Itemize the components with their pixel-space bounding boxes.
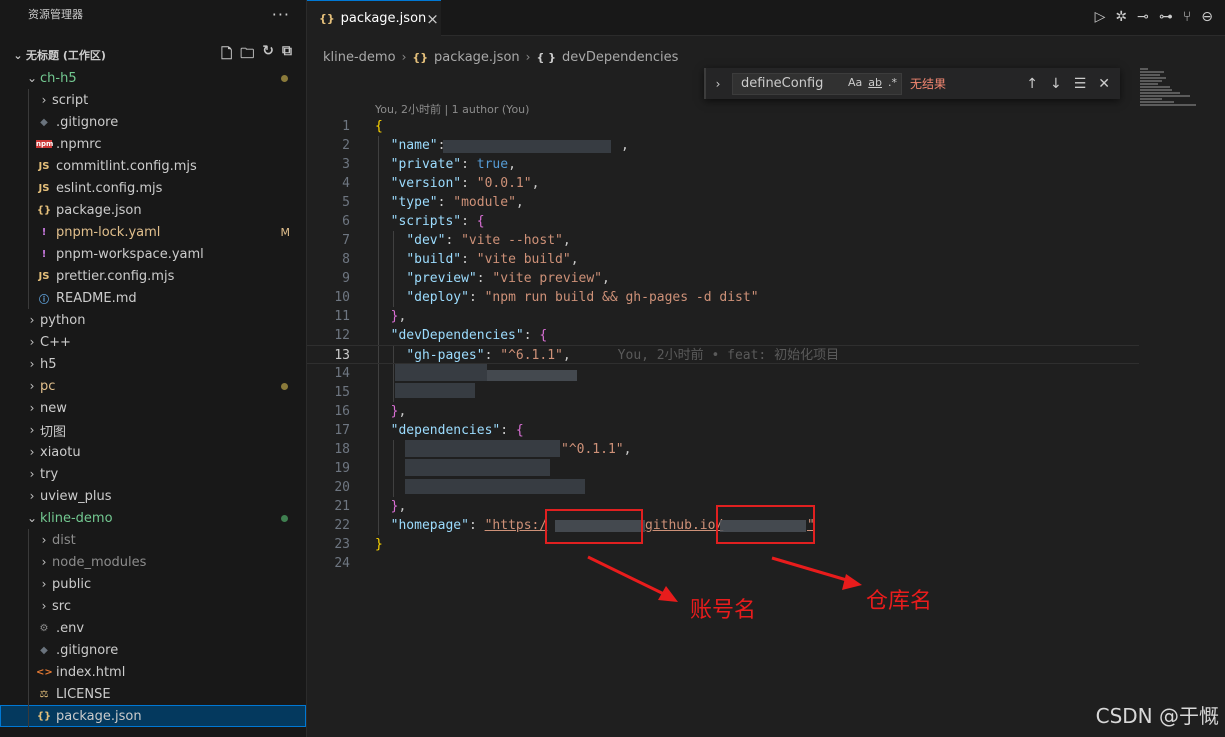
arrow-account [587, 555, 669, 598]
annotation-arrows [587, 555, 862, 602]
arrow-repo [771, 556, 851, 583]
arrowhead-repo [842, 574, 862, 590]
watermark: CSDN @于慨 [1095, 704, 1219, 728]
annotation-repo-label: 仓库名 [866, 589, 933, 614]
annotation-account-label: 账号名 [690, 598, 757, 623]
